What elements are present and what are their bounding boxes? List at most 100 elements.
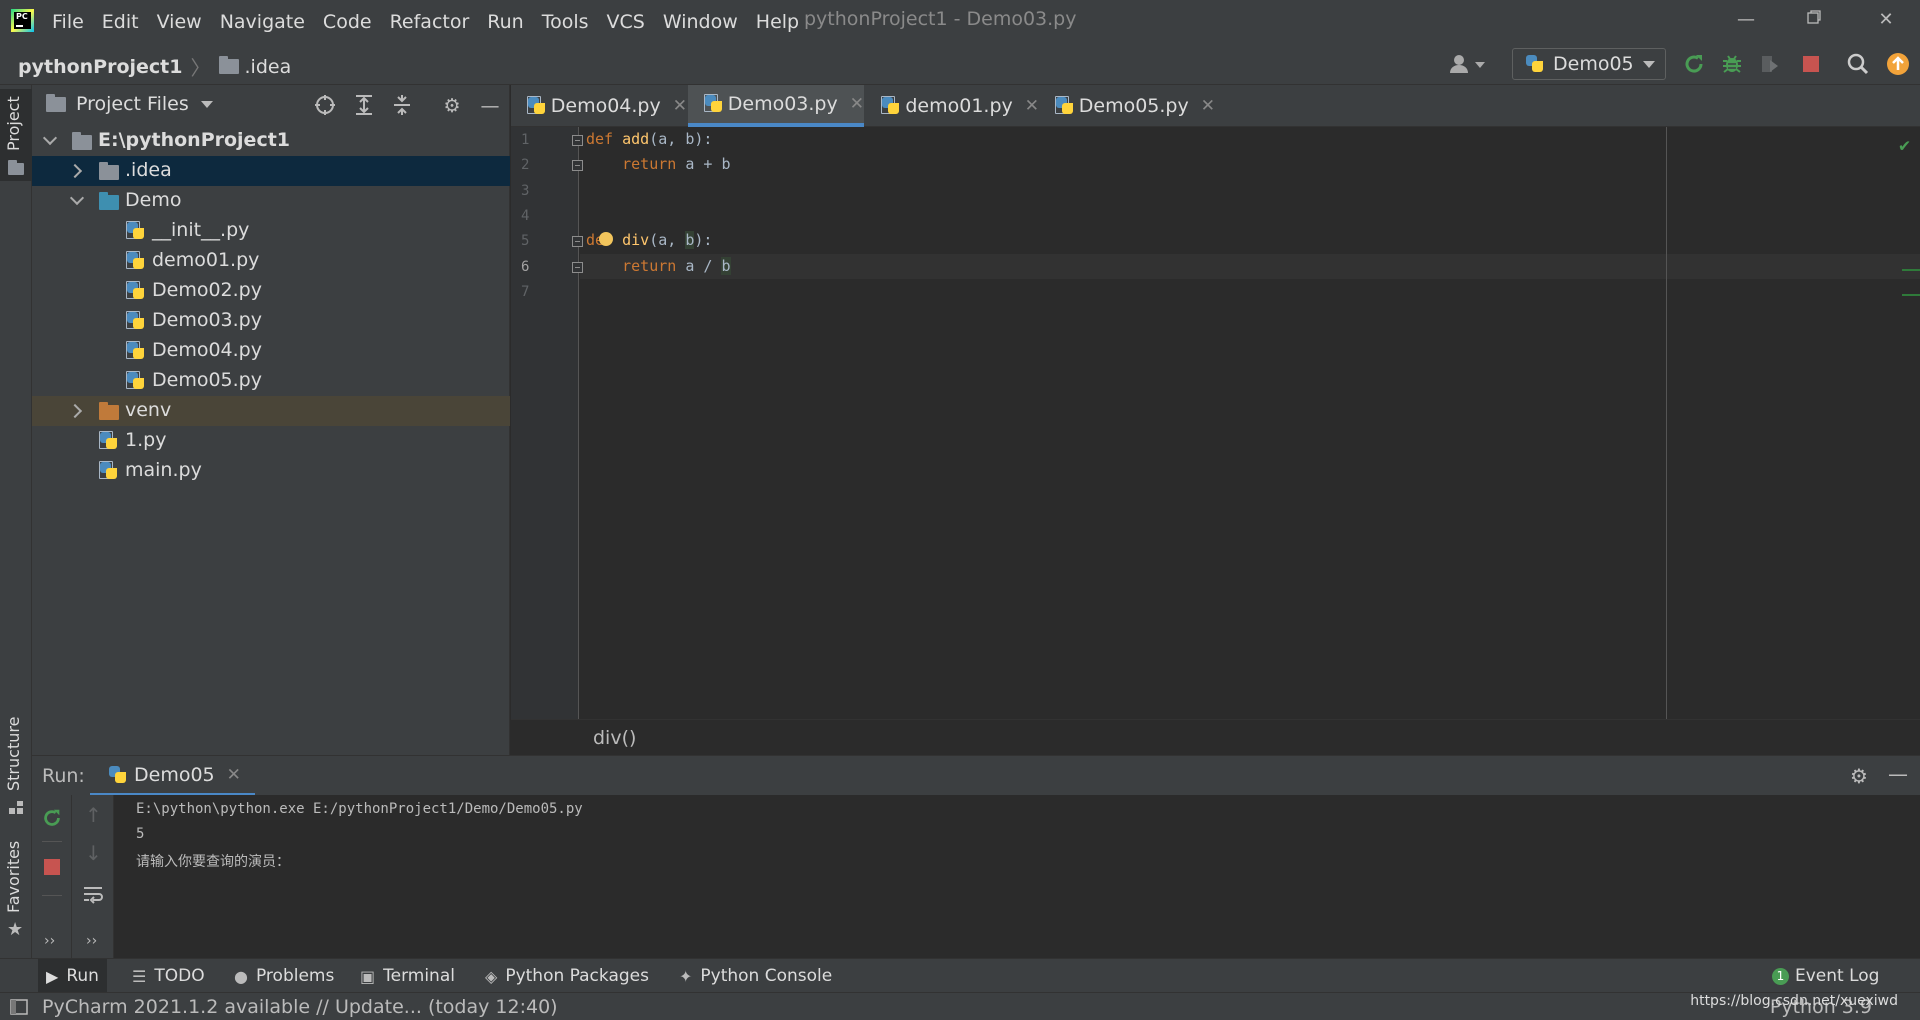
more-actions-icon[interactable]: ›› xyxy=(86,933,97,949)
tree-item-demo01[interactable]: demo01.py xyxy=(32,246,510,276)
user-account-icon[interactable] xyxy=(1447,52,1487,76)
breadcrumb-folder[interactable]: .idea xyxy=(245,56,292,78)
favorites-tab-label[interactable]: Favorites xyxy=(4,841,23,913)
tool-python-packages[interactable]: ◈ Python Packages xyxy=(477,959,657,993)
close-icon[interactable]: ✕ xyxy=(1025,96,1039,116)
menu-navigate[interactable]: Navigate xyxy=(211,9,314,35)
tree-item-label: Demo02.py xyxy=(152,279,262,301)
python-file-icon xyxy=(527,96,545,116)
close-icon[interactable]: ✕ xyxy=(673,96,687,116)
tool-python-console[interactable]: ✦ Python Console xyxy=(671,959,840,993)
line-number: 2 xyxy=(521,157,530,173)
minimize-icon[interactable]: — xyxy=(1734,8,1758,32)
rerun-icon[interactable] xyxy=(1682,52,1706,76)
chevron-down-icon[interactable] xyxy=(69,190,85,206)
project-tab-label[interactable]: Project xyxy=(4,96,23,151)
close-icon[interactable]: ✕ xyxy=(1201,96,1215,116)
menu-refactor[interactable]: Refactor xyxy=(381,9,479,35)
tool-terminal[interactable]: ▣ Terminal xyxy=(352,959,463,993)
stop-icon[interactable] xyxy=(42,857,62,877)
chevron-right-icon[interactable] xyxy=(67,163,83,179)
project-view-selector[interactable]: Project Files xyxy=(46,93,213,115)
fold-marker-icon[interactable] xyxy=(572,160,583,171)
menu-file[interactable]: File xyxy=(52,9,93,35)
tree-item-root[interactable]: E:\pythonProject1 xyxy=(32,126,510,156)
terminal-icon: ▣ xyxy=(360,966,376,986)
run-tab-demo05[interactable]: Demo05 ✕ xyxy=(90,756,255,796)
breadcrumb-project[interactable]: pythonProject1 xyxy=(18,56,183,78)
run-with-coverage-icon[interactable] xyxy=(1758,52,1782,76)
tree-item-label: E:\pythonProject1 xyxy=(98,129,291,151)
editor-tab-demo05[interactable]: Demo05.py ✕ xyxy=(1039,85,1215,127)
menu-run[interactable]: Run xyxy=(478,9,532,35)
tree-item-demo[interactable]: Demo xyxy=(32,186,510,216)
tree-item-demo04[interactable]: Demo04.py xyxy=(32,336,510,366)
run-configuration-select[interactable]: Demo05 xyxy=(1512,48,1666,80)
menu-help[interactable]: Help xyxy=(747,9,808,35)
menu-tools[interactable]: Tools xyxy=(533,9,598,35)
tool-problems[interactable]: ● Problems xyxy=(226,959,342,993)
toggle-tool-windows-icon[interactable] xyxy=(10,999,28,1015)
gear-icon[interactable]: ⚙ xyxy=(1850,764,1868,788)
editor-tab-demo01[interactable]: demo01.py ✕ xyxy=(865,85,1039,127)
run-configuration-label: Demo05 xyxy=(1553,53,1634,75)
change-marker[interactable] xyxy=(1902,269,1920,271)
menu-edit[interactable]: Edit xyxy=(93,9,148,35)
menu-view[interactable]: View xyxy=(148,9,211,35)
menu-code[interactable]: Code xyxy=(314,9,381,35)
hide-panel-icon[interactable]: — xyxy=(478,94,502,118)
python-file-icon xyxy=(126,221,146,241)
update-icon[interactable] xyxy=(1886,52,1910,76)
python-file-icon xyxy=(126,251,146,271)
gear-icon[interactable]: ⚙ xyxy=(440,94,464,118)
tree-item-init[interactable]: __init__.py xyxy=(32,216,510,246)
menu-vcs[interactable]: VCS xyxy=(598,9,654,35)
structure-tab-label[interactable]: Structure xyxy=(4,717,23,791)
more-actions-icon[interactable]: ›› xyxy=(44,933,55,949)
tree-item-idea[interactable]: .idea xyxy=(32,156,510,186)
inspection-ok-icon[interactable]: ✔ xyxy=(1899,135,1910,156)
menu-window[interactable]: Window xyxy=(654,9,747,35)
close-icon[interactable]: ✕ xyxy=(850,94,864,114)
stop-icon[interactable] xyxy=(1799,52,1823,76)
code-editor[interactable]: 1 2 3 4 5 6 7 def add(a, b): return a + … xyxy=(511,127,1920,719)
rerun-icon[interactable] xyxy=(41,807,63,829)
search-icon[interactable] xyxy=(1846,52,1870,76)
arrow-up-icon[interactable]: ↑ xyxy=(85,803,102,827)
debug-icon[interactable] xyxy=(1720,52,1744,76)
expand-all-icon[interactable] xyxy=(352,94,376,118)
editor-tab-demo04[interactable]: Demo04.py ✕ xyxy=(511,85,687,127)
tool-todo[interactable]: ☰ TODO xyxy=(124,959,213,993)
fold-marker-icon[interactable] xyxy=(572,135,583,146)
close-window-icon[interactable]: ✕ xyxy=(1874,8,1898,32)
editor-tab-demo03[interactable]: Demo03.py ✕ xyxy=(688,85,864,127)
soft-wrap-icon[interactable] xyxy=(82,885,104,905)
collapse-all-icon[interactable] xyxy=(390,94,414,118)
tree-item-demo05[interactable]: Demo05.py xyxy=(32,366,510,396)
editor-breadcrumb[interactable]: div() xyxy=(593,727,636,749)
tree-item-venv[interactable]: venv xyxy=(32,396,510,426)
change-marker[interactable] xyxy=(1902,294,1920,296)
chevron-right-icon[interactable] xyxy=(67,403,83,419)
restore-icon[interactable] xyxy=(1802,8,1826,32)
tool-run[interactable]: ▶ Run xyxy=(38,959,107,993)
tree-item-label: venv xyxy=(125,399,172,421)
tree-item-demo03[interactable]: Demo03.py xyxy=(32,306,510,336)
fold-marker-icon[interactable] xyxy=(572,236,583,247)
tool-event-log[interactable]: 1 Event Log xyxy=(1764,959,1887,993)
line-number: 4 xyxy=(521,208,530,224)
run-console[interactable]: E:\python\python.exe E:/pythonProject1/D… xyxy=(114,795,1920,958)
status-message[interactable]: PyCharm 2021.1.2 available // Update... … xyxy=(42,996,558,1018)
tree-item-demo02[interactable]: Demo02.py xyxy=(32,276,510,306)
tree-item-1py[interactable]: 1.py xyxy=(32,426,510,456)
intention-bulb-icon[interactable] xyxy=(599,232,613,246)
right-margin-guide xyxy=(1666,127,1667,719)
locate-target-icon[interactable] xyxy=(313,94,337,118)
arrow-down-icon[interactable]: ↓ xyxy=(85,841,102,865)
console-line: 5 xyxy=(136,826,145,842)
fold-marker-icon[interactable] xyxy=(572,262,583,273)
close-icon[interactable]: ✕ xyxy=(227,765,241,785)
chevron-down-icon[interactable] xyxy=(42,130,58,146)
hide-panel-icon[interactable]: — xyxy=(1888,762,1908,786)
tree-item-main[interactable]: main.py xyxy=(32,456,510,486)
